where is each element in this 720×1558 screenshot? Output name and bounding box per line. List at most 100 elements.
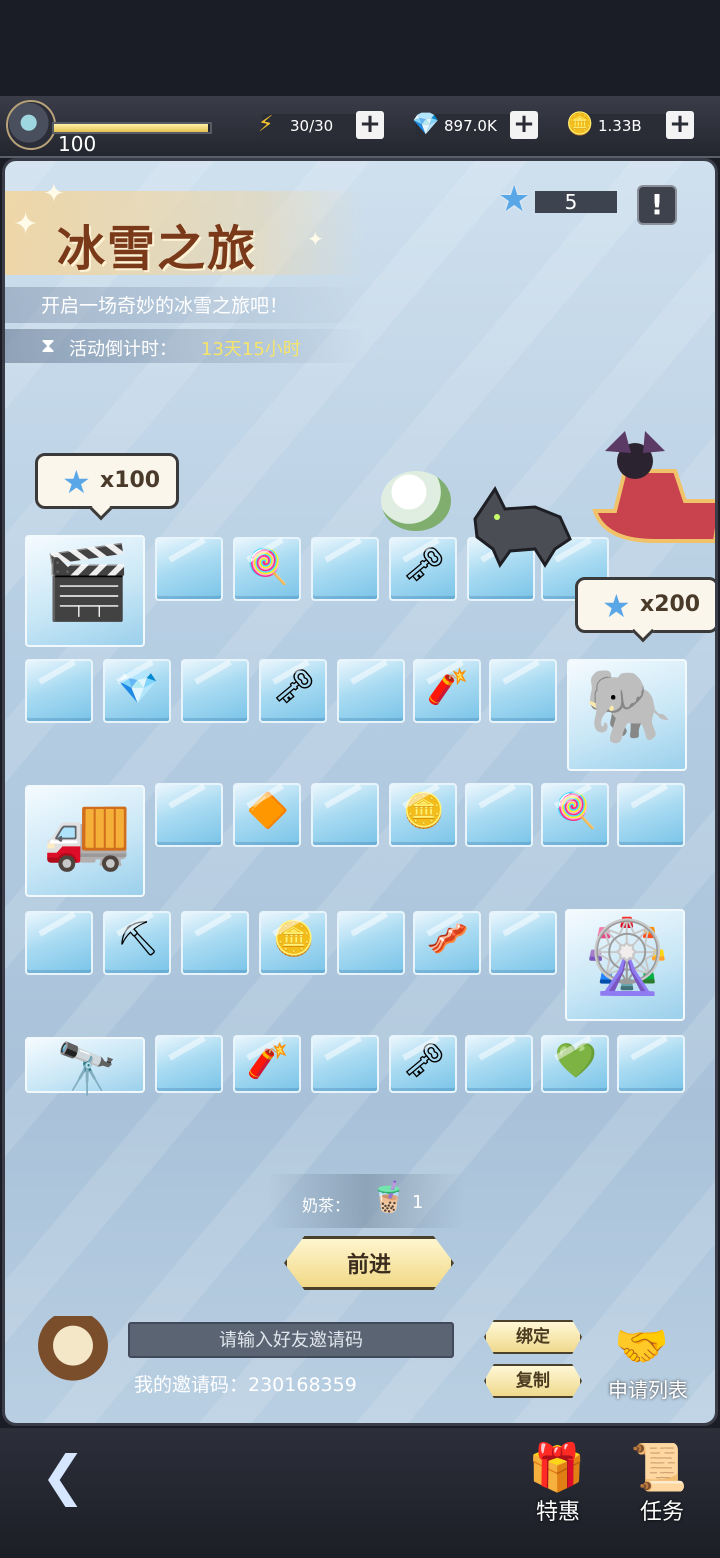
elephant-fountain-icon: 🐘 [584,664,674,748]
board-tile[interactable] [311,537,379,601]
coin-icon: 🪙 [402,791,446,831]
board-tile[interactable] [155,783,223,847]
milk-tea-icon: 🧋 [370,1180,408,1215]
gem-icon: 💎 [412,112,440,137]
countdown-strip [5,329,365,363]
cinema-building-icon: 🎬 [42,540,132,624]
board-tile[interactable] [337,659,405,723]
add-coins-button[interactable]: + [666,111,694,139]
observatory-tile[interactable]: 🔭 [25,1037,145,1098]
board-tile[interactable]: 🗝 [259,659,327,723]
star-icon: ★ [602,587,631,625]
board-tile[interactable] [155,1035,223,1093]
board-tile[interactable] [337,911,405,975]
board-tile[interactable]: 💚 [541,1035,609,1093]
handshake-icon[interactable]: 🤝 [614,1320,669,1372]
food-truck-tile[interactable]: 🚚 [25,785,145,897]
cake-icon [36,1316,110,1390]
board-tile[interactable] [181,659,249,723]
gift-box-icon[interactable]: 🎁 [528,1440,585,1495]
scroll-icon[interactable]: 📜 [630,1440,687,1495]
info-button[interactable]: ! [637,185,677,225]
gem-counter: 💎 897.0K + [412,111,538,139]
ferris-wheel-icon: 🎡 [582,914,672,998]
wolf-sprite [473,486,572,569]
board-tile[interactable] [311,1035,379,1093]
special-offer-label[interactable]: 特惠 [536,1494,580,1526]
board-tile[interactable] [465,783,533,847]
board-tile[interactable] [25,659,93,723]
board-tile[interactable] [25,911,93,975]
diamond-icon: 💎 [116,667,160,707]
milk-tea-label: 奶茶： [302,1196,351,1215]
event-subtitle: 开启一场奇妙的冰雪之旅吧！ [41,295,289,317]
countdown-label: 活动倒计时： [69,339,177,360]
board-tile[interactable]: 🪙 [259,911,327,975]
go-forward-label[interactable]: 前进 [284,1247,454,1279]
reward-amount: x100 [100,468,161,493]
board-tile[interactable]: 🪙 [389,783,457,847]
board-tile[interactable] [617,1035,685,1093]
invite-code-input[interactable] [128,1322,454,1358]
sparkle-icon: ✦ [307,227,324,251]
lollipop-icon: 🍭 [554,791,598,831]
key-icon: 🗝 [402,1041,446,1081]
board-tile[interactable]: 🔶 [233,783,301,847]
board-tile[interactable]: 🥓 [413,911,481,975]
board-tile[interactable] [465,1035,533,1093]
board-tile[interactable] [311,783,379,847]
bottom-nav [0,1428,720,1558]
sparkle-icon: ✦ [43,179,65,209]
coin-counter: 🪙 1.33B + [566,111,694,139]
cinema-tile[interactable]: 🎬 [25,535,145,647]
countdown-value: 13天15小时 [201,339,301,360]
add-gems-button[interactable]: + [510,111,538,139]
reward-amount: x200 [640,592,701,617]
board-tile[interactable]: 🧨 [233,1035,301,1093]
key-icon: 🗝 [402,545,446,585]
my-invite-code: 我的邀请码：230168359 [134,1374,357,1396]
add-energy-button[interactable]: + [356,111,384,139]
star-icon: ★ [62,463,91,501]
snowy-bush-icon [381,471,451,531]
sparkle-icon: ✦ [13,207,39,242]
board-tile[interactable]: 🗝 [389,1035,457,1093]
coin-icon: 🪙 [272,919,316,959]
player-level: 100 [58,132,97,156]
board-tile[interactable] [181,911,249,975]
board-tile[interactable]: 🍭 [541,783,609,847]
back-arrow-icon[interactable]: ❮ [18,1444,108,1508]
energy-value: 30/30 [290,117,334,135]
bind-button[interactable]: 绑定 [484,1320,582,1354]
gold-crystal-icon: 🔶 [246,791,290,831]
player-level-icon[interactable] [6,100,56,150]
ferris-wheel-tile[interactable]: 🎡 [565,909,685,1021]
board-tile[interactable]: 💎 [103,659,171,723]
board-tile[interactable]: 🗝 [389,537,457,601]
board-tile[interactable] [617,783,685,847]
board-tile[interactable] [489,911,557,975]
gem-value: 897.0K [444,117,497,135]
board-tile[interactable]: 🧨 [413,659,481,723]
elephant-tile[interactable]: 🐘 [567,659,687,771]
sleigh-with-rider-icon [585,431,715,543]
milk-tea-count: 1 [412,1192,424,1213]
board-tile[interactable] [489,659,557,723]
tnt-icon: 🧨 [426,667,470,707]
food-truck-icon: 🚚 [42,790,132,874]
green-crystal-icon: 💚 [554,1041,598,1081]
coin-value: 1.33B [598,117,642,135]
star-icon: ★ [498,179,531,220]
apply-list-label[interactable]: 申请列表 [608,1374,688,1403]
key-icon: 🗝 [272,667,316,707]
milk-tea-strip [268,1174,464,1228]
resource-bar: 100 ⚡ 30/30 + 💎 897.0K + 🪙 1.33B + [0,96,720,158]
copy-button[interactable]: 复制 [484,1364,582,1398]
star-count: 5 [564,190,578,214]
level-progress-fill [54,124,209,132]
board-tile[interactable]: 🍭 [233,537,301,601]
board-tile[interactable] [155,537,223,601]
tasks-label[interactable]: 任务 [640,1494,684,1526]
board-tile[interactable]: ⛏ [103,911,171,975]
coin-icon: 🪙 [566,112,594,137]
